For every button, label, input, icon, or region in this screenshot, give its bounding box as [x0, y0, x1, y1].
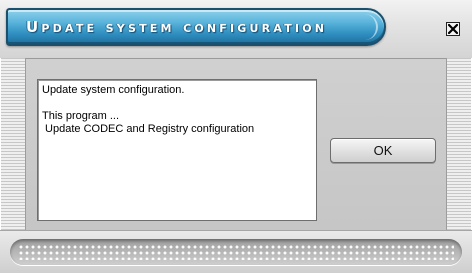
right-striped-rail — [446, 58, 472, 230]
title-bar[interactable]: Update system configuration — [0, 0, 472, 58]
close-button[interactable] — [446, 22, 460, 36]
message-line: This program ... — [42, 110, 120, 122]
left-striped-rail — [0, 58, 26, 230]
message-line — [42, 97, 312, 110]
title-pill: Update system configuration — [6, 8, 386, 46]
close-x-icon — [448, 24, 458, 34]
message-line: Update system configuration. — [42, 84, 185, 96]
dotted-decoration-strip — [10, 239, 462, 265]
ok-button[interactable]: OK — [330, 138, 436, 163]
message-text-area: Update system configuration. This progra… — [37, 79, 317, 221]
dialog-content: Update system configuration. This progra… — [26, 58, 446, 230]
window-title: Update system configuration — [26, 18, 328, 36]
dialog-window: Update system configuration Update syste… — [0, 0, 472, 273]
bottom-bar — [0, 230, 472, 273]
message-line: Update CODEC and Registry configuration — [42, 123, 255, 135]
